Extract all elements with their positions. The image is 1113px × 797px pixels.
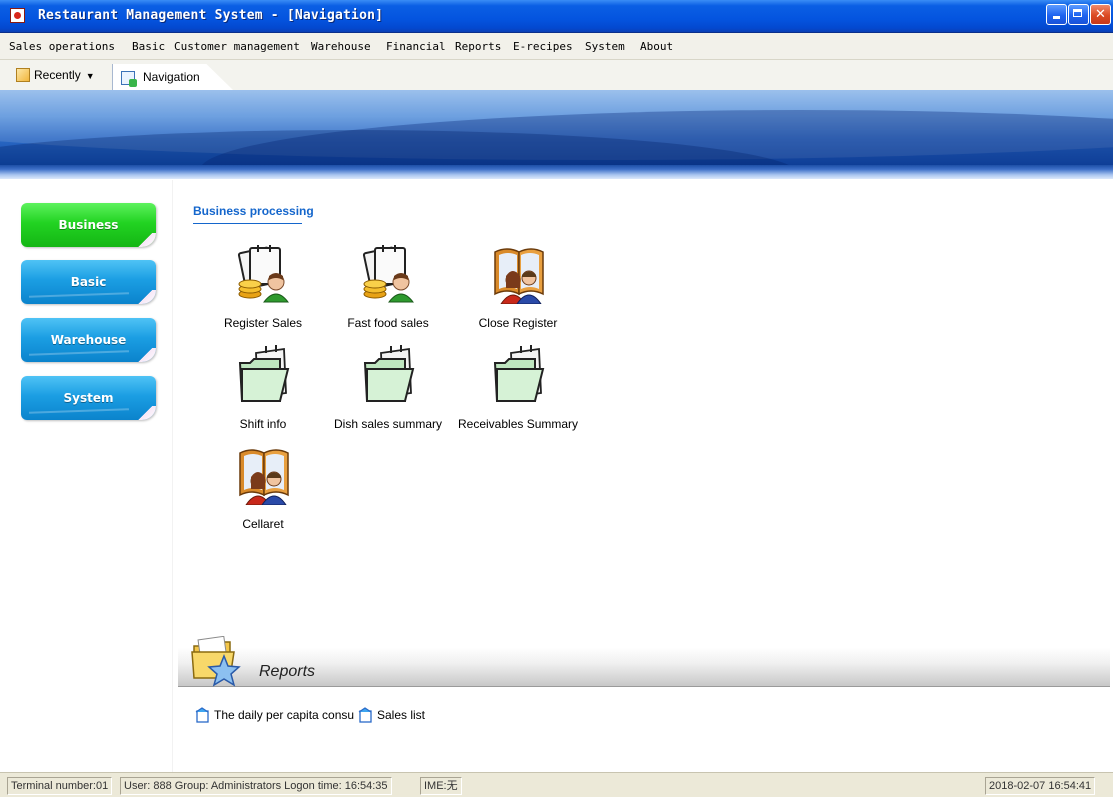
reports-folder-star-icon xyxy=(191,636,241,687)
chevron-down-icon: ▼ xyxy=(85,71,95,81)
header-banner xyxy=(0,90,1113,165)
sidebar-item-label: Warehouse xyxy=(50,333,127,347)
menu-financial[interactable]: Financial xyxy=(386,40,446,53)
tab-navigation[interactable]: Navigation xyxy=(112,64,233,90)
report-link-daily-per-capita[interactable]: The daily per capita consu xyxy=(195,706,354,724)
recently-dropdown[interactable]: Recently ▼ xyxy=(16,66,95,86)
section-title: Business processing xyxy=(193,204,314,218)
menu-about[interactable]: About xyxy=(640,40,673,53)
app-icon[interactable] xyxy=(10,8,25,23)
register-sales-icon xyxy=(237,245,290,303)
report-link-sales-list[interactable]: Sales list xyxy=(358,706,425,724)
tile-label: Fast food sales xyxy=(347,316,429,330)
menu-sales-operations[interactable]: Sales operations xyxy=(9,40,115,53)
menu-e-recipes[interactable]: E-recipes xyxy=(513,40,573,53)
tab-bar: Recently ▼ Navigation xyxy=(0,60,1113,90)
folder-icon xyxy=(238,345,290,402)
reports-title: Reports xyxy=(259,663,316,680)
folder-icon xyxy=(363,345,415,402)
sidebar-item-label: Business processing xyxy=(58,218,119,232)
recently-label: Recently xyxy=(34,68,81,82)
menu-basic[interactable]: Basic xyxy=(132,40,165,53)
report-link-label: Sales list xyxy=(377,708,426,722)
tile-close-register[interactable]: Close Register xyxy=(458,242,578,337)
report-document-icon xyxy=(358,707,372,723)
tile-label: Close Register xyxy=(478,316,558,330)
status-datetime: 2018-02-07 16:54:41 xyxy=(985,777,1096,795)
status-terminal: Terminal number:01 xyxy=(7,777,113,795)
tile-label: Register Sales xyxy=(223,316,303,330)
sidebar: Business processing Basic Warehouse Syst… xyxy=(0,180,172,772)
restore-icon[interactable] xyxy=(1068,4,1089,25)
tile-label: Shift info xyxy=(239,417,287,431)
tile-register-sales[interactable]: Register Sales xyxy=(203,242,323,337)
recent-files-icon xyxy=(16,68,30,82)
menu-warehouse[interactable]: Warehouse xyxy=(311,40,371,53)
menu-system[interactable]: System xyxy=(585,40,625,53)
banner-divider xyxy=(0,165,1113,179)
status-ime: IME:无 xyxy=(420,777,462,795)
tile-label: Cellaret xyxy=(242,517,284,531)
close-icon[interactable]: ✕ xyxy=(1090,4,1111,25)
book-people-icon xyxy=(239,449,289,505)
tile-label: Receivables Summary xyxy=(458,417,579,431)
tab-navigation-label: Navigation xyxy=(143,70,200,84)
sidebar-item-warehouse[interactable]: Warehouse xyxy=(21,318,156,362)
sidebar-item-business-processing[interactable]: Business processing xyxy=(21,203,156,247)
sidebar-item-system[interactable]: System xyxy=(21,376,156,420)
tile-receivables-summary[interactable]: Receivables Summary xyxy=(458,343,578,438)
close-register-icon xyxy=(494,248,544,304)
menu-customer-management[interactable]: Customer management xyxy=(174,40,300,53)
minimize-icon[interactable] xyxy=(1046,4,1067,25)
folder-icon xyxy=(493,345,545,402)
tile-cellaret[interactable]: Cellaret xyxy=(203,443,323,538)
menu-reports[interactable]: Reports xyxy=(455,40,501,53)
menu-bar: Sales operations Basic Customer manageme… xyxy=(0,33,1113,60)
status-bar: Terminal number:01 User: 888 Group: Admi… xyxy=(0,772,1113,797)
window-title: Restaurant Management System - [Navigati… xyxy=(38,8,384,23)
sidebar-item-label: System xyxy=(63,391,114,405)
tile-fast-food-sales[interactable]: Fast food sales xyxy=(328,242,448,337)
sidebar-item-label: Basic xyxy=(70,275,107,289)
navigation-page-icon xyxy=(121,71,137,87)
report-document-icon xyxy=(195,707,209,723)
tile-label: Dish sales summary xyxy=(333,417,443,431)
report-link-label: The daily per capita consu xyxy=(214,708,355,722)
tile-shift-info[interactable]: Shift info xyxy=(203,343,323,438)
main-panel: Business processing Register Sales Fast … xyxy=(172,180,1113,772)
reports-header xyxy=(178,648,1110,687)
status-user: User: 888 Group: Administrators Logon ti… xyxy=(120,777,392,795)
fast-food-sales-icon xyxy=(362,245,415,303)
title-bar: Restaurant Management System - [Navigati… xyxy=(0,0,1113,33)
tile-dish-sales-summary[interactable]: Dish sales summary xyxy=(328,343,448,438)
sidebar-item-basic[interactable]: Basic xyxy=(21,260,156,304)
